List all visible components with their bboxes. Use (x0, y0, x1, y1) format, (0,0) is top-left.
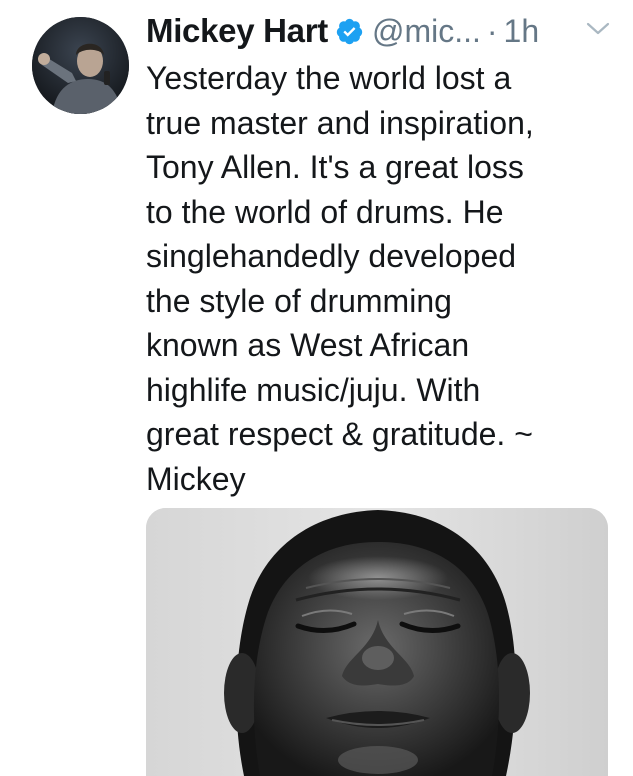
tweet-text-line: Mickey (146, 460, 246, 497)
author-name[interactable]: Mickey Hart (146, 12, 328, 50)
tweet-text-line: singlehandedly developed (146, 238, 517, 274)
tweet-text-line: highlife music/juju. With (146, 371, 481, 408)
tweet-text-line: the style of drumming (146, 282, 452, 319)
tweet-text: Yesterday the world lost a true master a… (146, 56, 606, 501)
timestamp[interactable]: 1h (504, 13, 540, 50)
separator-dot: · (486, 12, 498, 49)
verified-badge-icon (335, 17, 364, 46)
tweet-text-line: Yesterday the world lost a (146, 60, 512, 96)
tweet-text-line: true master and inspiration, (146, 104, 534, 141)
tweet-header: Mickey Hart @mic... · 1h (146, 8, 616, 54)
avatar[interactable] (32, 17, 129, 114)
tweet-text-line: to the world of drums. He (146, 193, 504, 230)
tweet-text-line: great respect & gratitude. ~ (146, 416, 533, 452)
tweet-card[interactable]: Mickey Hart @mic... · 1h Yesterday the w… (0, 0, 633, 776)
tweet-photo[interactable] (146, 508, 608, 776)
tweet-text-line: known as West African (146, 327, 470, 363)
chevron-down-icon[interactable] (586, 22, 610, 36)
author-handle[interactable]: @mic... (372, 13, 481, 50)
tweet-text-line: Tony Allen. It's a great loss (146, 149, 524, 185)
